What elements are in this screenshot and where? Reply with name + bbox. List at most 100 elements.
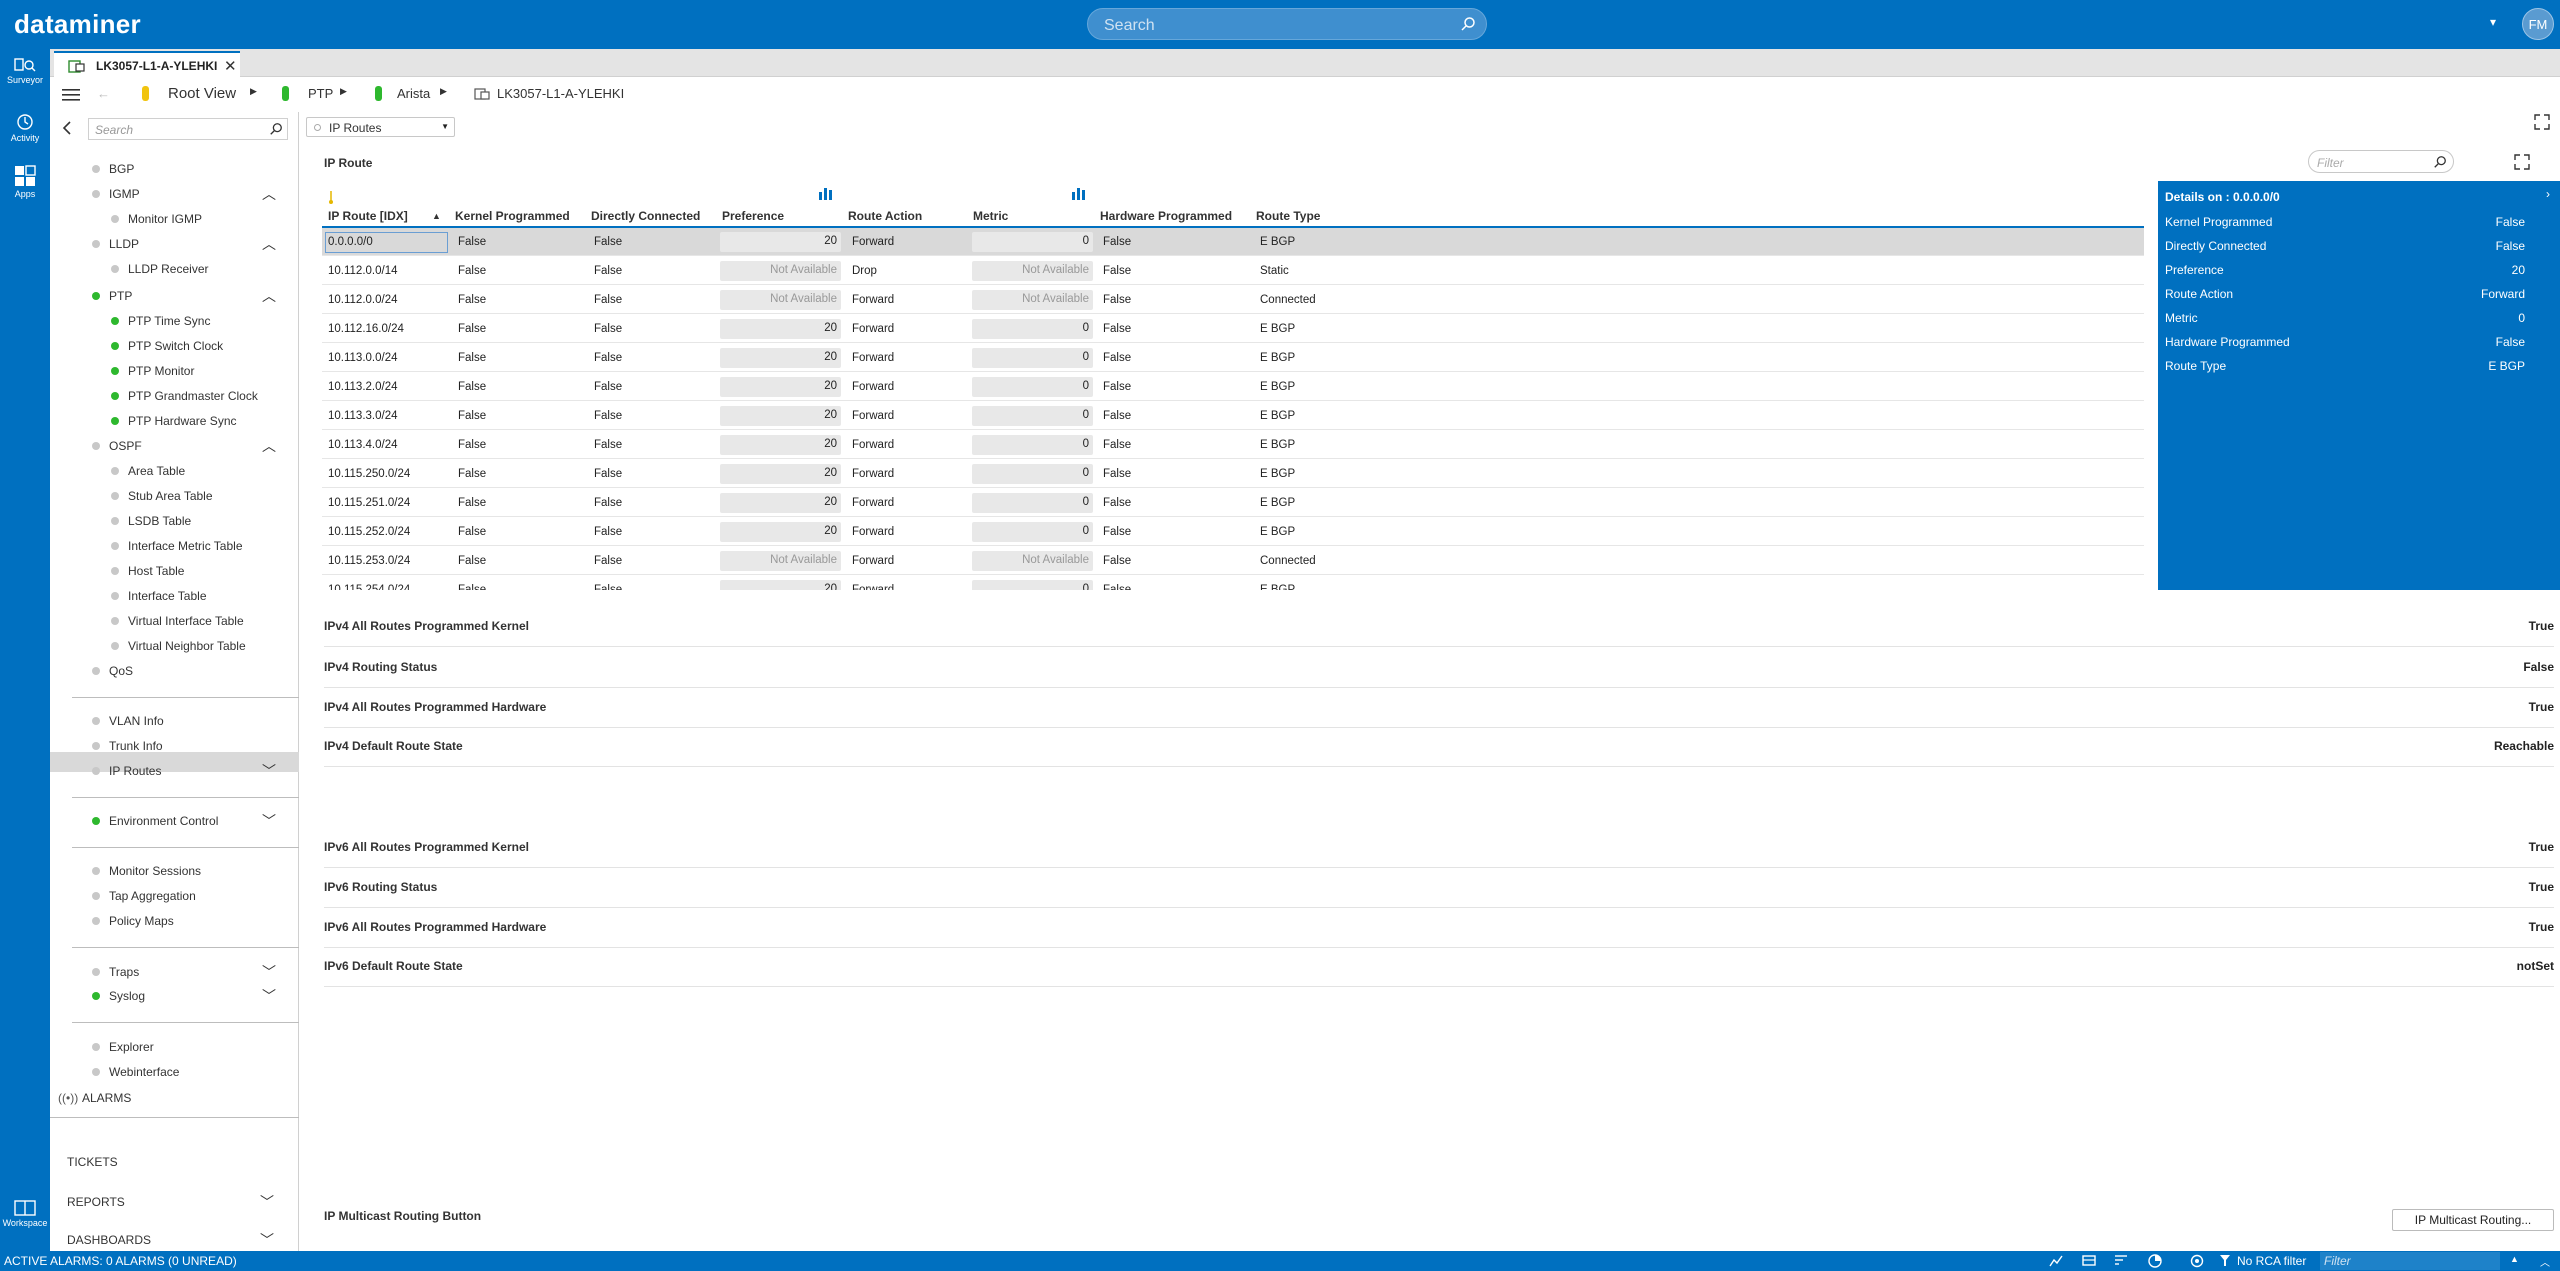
page-selector-dropdown[interactable]: IP Routes ▼	[306, 117, 455, 137]
fullscreen-table-icon[interactable]	[2514, 154, 2530, 170]
sidebar-item-ptp-monitor[interactable]: PTP Monitor	[128, 364, 194, 378]
table-row[interactable]: 10.113.4.0/24 False False 20 Forward 0 False E …	[322, 431, 2144, 459]
search-icon[interactable]	[269, 122, 283, 136]
sidebar-item-stub-area-table[interactable]: Stub Area Table	[128, 489, 213, 503]
breadcrumb-arista[interactable]: Arista	[397, 86, 430, 101]
sidebar-item-traps[interactable]: Traps	[109, 965, 139, 979]
table-row[interactable]: 10.115.250.0/24 False False 20 Forward 0 False…	[322, 460, 2144, 488]
table-row[interactable]: 10.113.0.0/24 False False 20 Forward 0 False E …	[322, 344, 2144, 372]
close-tab-icon[interactable]: ✕	[224, 57, 237, 75]
activity-app-button[interactable]: Activity	[0, 113, 50, 143]
search-icon[interactable]	[1460, 16, 1476, 32]
table-row[interactable]: 10.112.16.0/24 False False 20 Forward 0 False E…	[322, 315, 2144, 343]
sidebar-item-ptp-switch-clock[interactable]: PTP Switch Clock	[128, 339, 223, 353]
column-header-metric[interactable]: Metric	[973, 209, 1008, 223]
chevron-up-icon[interactable]: ︿	[262, 286, 276, 306]
sidebar-item-webinterface[interactable]: Webinterface	[109, 1065, 179, 1079]
sidebar-item-monitor-sessions[interactable]: Monitor Sessions	[109, 864, 201, 878]
global-search-input[interactable]: Search	[1087, 8, 1487, 40]
sidebar-item-interface-table[interactable]: Interface Table	[128, 589, 207, 603]
sidebar-item-syslog[interactable]: Syslog	[109, 989, 145, 1003]
sidebar-item-virtual-interface-table[interactable]: Virtual Interface Table	[128, 614, 244, 628]
chevron-down-icon[interactable]: ﹀	[262, 986, 276, 1006]
table-row[interactable]: 10.115.254.0/24 False False 20 Forward 0 False…	[322, 576, 2144, 590]
focus-icon[interactable]	[2190, 1254, 2204, 1268]
sidebar-tickets[interactable]: TICKETS	[67, 1155, 118, 1169]
rca-filter-status[interactable]: No RCA filter	[2237, 1254, 2306, 1268]
navigate-back-icon[interactable]: ←	[97, 86, 110, 101]
sidebar-item-policy-maps[interactable]: Policy Maps	[109, 914, 174, 928]
chart-status-icon[interactable]	[2049, 1254, 2063, 1267]
column-header-ip-route[interactable]: IP Route [IDX]	[328, 209, 408, 223]
collapse-sidebar-icon[interactable]	[62, 121, 72, 135]
table-row[interactable]: 10.112.0.0/24 False False Not Available Forw…	[322, 286, 2144, 314]
sidebar-item-host-table[interactable]: Host Table	[128, 564, 184, 578]
sidebar-item-area-table[interactable]: Area Table	[128, 464, 185, 478]
table-row[interactable]: 10.113.3.0/24 False False 20 Forward 0 False E …	[322, 402, 2144, 430]
chevron-down-icon[interactable]: ﹀	[262, 761, 276, 781]
chevron-down-icon[interactable]: ﹀	[262, 962, 276, 982]
sort-lines-icon[interactable]	[2114, 1254, 2128, 1267]
breadcrumb-element[interactable]: LK3057-L1-A-YLEHKI	[497, 86, 624, 101]
column-header-directly-connected[interactable]: Directly Connected	[591, 209, 700, 223]
app-logo[interactable]: dataminer	[14, 9, 141, 40]
table-row[interactable]: 10.113.2.0/24 False False 20 Forward 0 False E …	[322, 373, 2144, 401]
tab-element-card[interactable]: LK3057-L1-A-YLEHKI ✕	[54, 51, 240, 78]
chevron-down-icon[interactable]: ﹀	[260, 1192, 274, 1212]
active-alarms-status[interactable]: ACTIVE ALARMS: 0 ALARMS (0 UNREAD)	[4, 1254, 237, 1268]
collapse-details-icon[interactable]: ›	[2546, 187, 2550, 201]
sidebar-item-ospf[interactable]: OSPF	[109, 439, 142, 453]
chevron-down-icon[interactable]: ﹀	[260, 1230, 274, 1250]
column-header-route-type[interactable]: Route Type	[1256, 209, 1320, 223]
sidebar-item-trunk-info[interactable]: Trunk Info	[109, 739, 163, 753]
sidebar-item-vlan-info[interactable]: VLAN Info	[109, 714, 164, 728]
table-filter-input[interactable]: Filter	[2308, 150, 2454, 173]
sidebar-item-ip-routes[interactable]: IP Routes	[109, 764, 161, 778]
sidebar-item-qos[interactable]: QoS	[109, 664, 133, 678]
sidebar-item-ptp-hardware-sync[interactable]: PTP Hardware Sync	[128, 414, 237, 428]
sidebar-item-interface-metric-table[interactable]: Interface Metric Table	[128, 539, 243, 553]
sidebar-item-lldp[interactable]: LLDP	[109, 237, 139, 251]
sidebar-reports[interactable]: REPORTS	[67, 1195, 125, 1209]
column-header-kernel-programmed[interactable]: Kernel Programmed	[455, 209, 570, 223]
column-header-route-action[interactable]: Route Action	[848, 209, 922, 223]
surveyor-app-button[interactable]: Surveyor	[0, 57, 50, 85]
sidebar-item-ptp[interactable]: PTP	[109, 289, 132, 303]
table-row[interactable]: 0.0.0.0/0 False False 20 Forward 0 False E BGP	[322, 228, 2144, 256]
workspace-app-button[interactable]: Workspace	[0, 1200, 50, 1228]
table-row[interactable]: 10.112.0.0/14 False False Not Available Drop…	[322, 257, 2144, 285]
rca-filter-icon[interactable]	[2219, 1254, 2231, 1267]
expand-status-icon[interactable]: ︿	[2540, 1254, 2550, 1269]
sidebar-item-ptp-grandmaster-clock[interactable]: PTP Grandmaster Clock	[128, 389, 258, 403]
chevron-down-icon[interactable]: ﹀	[262, 811, 276, 831]
sidebar-item-monitor-igmp[interactable]: Monitor IGMP	[128, 212, 202, 226]
chevron-up-icon[interactable]: ︿	[262, 234, 276, 254]
user-avatar[interactable]: FM	[2522, 8, 2554, 40]
sidebar-item-virtual-neighbor-table[interactable]: Virtual Neighbor Table	[128, 639, 246, 653]
table-row[interactable]: 10.115.252.0/24 False False 20 Forward 0 False…	[322, 518, 2144, 546]
chevron-up-icon[interactable]: ︿	[262, 436, 276, 456]
column-header-preference[interactable]: Preference	[722, 209, 784, 223]
table-row[interactable]: 10.115.253.0/24 False False Not Available Fo…	[322, 547, 2144, 575]
sidebar-item-tap-aggregation[interactable]: Tap Aggregation	[109, 889, 196, 903]
chevron-up-icon[interactable]: ︿	[262, 184, 276, 204]
sidebar-item-ptp-time-sync[interactable]: PTP Time Sync	[128, 314, 210, 328]
sidebar-item-lldp-receiver[interactable]: LLDP Receiver	[128, 262, 208, 276]
sidebar-dashboards[interactable]: DASHBOARDS	[67, 1233, 151, 1247]
list-view-icon[interactable]	[2082, 1254, 2096, 1267]
sort-ascending-icon[interactable]: ▲	[432, 211, 441, 221]
apps-app-button[interactable]: Apps	[0, 165, 50, 199]
sidebar-item-lsdb-table[interactable]: LSDB Table	[128, 514, 191, 528]
breadcrumb-ptp[interactable]: PTP	[308, 86, 333, 101]
ip-multicast-routing-button[interactable]: IP Multicast Routing...	[2392, 1209, 2554, 1231]
sidebar-item-explorer[interactable]: Explorer	[109, 1040, 154, 1054]
sidebar-search-input[interactable]: Search	[88, 118, 288, 140]
sidebar-item-environment-control[interactable]: Environment Control	[109, 814, 218, 828]
alarm-filter-input[interactable]: Filter	[2320, 1252, 2500, 1270]
overflow-menu-icon[interactable]: ▾	[2490, 15, 2496, 29]
sidebar-item-igmp[interactable]: IGMP	[109, 187, 140, 201]
sidebar-alarms[interactable]: ALARMS	[82, 1091, 131, 1105]
search-icon[interactable]	[2433, 155, 2447, 169]
hamburger-menu-icon[interactable]	[62, 88, 80, 102]
chevron-up-icon[interactable]: ▲	[2510, 1254, 2519, 1264]
